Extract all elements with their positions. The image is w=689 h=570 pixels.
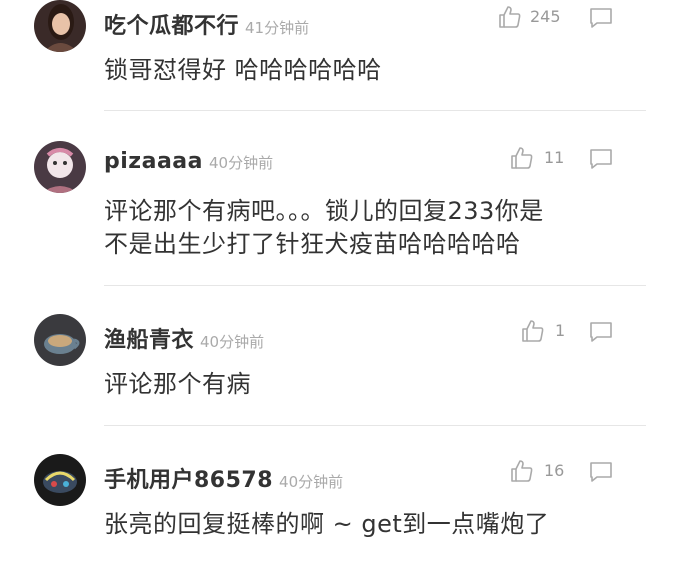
divider bbox=[104, 110, 646, 111]
like-count: 11 bbox=[544, 148, 565, 167]
avatar[interactable] bbox=[34, 141, 86, 193]
comment-line: 锁哥怼得好 哈哈哈哈哈哈 bbox=[104, 56, 382, 84]
username-text[interactable]: 手机用户86578 bbox=[104, 468, 273, 493]
comment-line: 不是出生少打了针狂犬疫苗哈哈哈哈哈 bbox=[104, 230, 521, 258]
comment-content: 评论那个有病吧。。。锁儿的回复233你是 不是出生少打了针狂犬疫苗哈哈哈哈哈 bbox=[104, 195, 624, 261]
comment-content: 锁哥怼得好 哈哈哈哈哈哈 bbox=[104, 54, 624, 87]
comment-content: 评论那个有病 bbox=[104, 368, 624, 401]
speech-bubble-icon[interactable] bbox=[588, 320, 614, 344]
username-text[interactable]: 吃个瓜都不行 bbox=[104, 14, 239, 39]
thumbs-up-icon[interactable] bbox=[520, 318, 546, 344]
speech-bubble-icon[interactable] bbox=[588, 147, 614, 171]
thumbs-up-icon[interactable] bbox=[509, 145, 535, 171]
username[interactable]: 手机用户86578 40分钟前 bbox=[104, 462, 343, 494]
avatar[interactable] bbox=[34, 454, 86, 506]
comment-line: 评论那个有病 bbox=[104, 370, 251, 398]
divider bbox=[104, 285, 646, 286]
avatar[interactable] bbox=[34, 314, 86, 366]
comment-line: 张亮的回复挺棒的啊 ~ get到一点嘴炮了 bbox=[104, 510, 550, 538]
like-count: 16 bbox=[544, 461, 565, 480]
comment-time: 40分钟前 bbox=[208, 154, 274, 172]
avatar[interactable] bbox=[34, 0, 86, 52]
username-text[interactable]: pizaaaa bbox=[104, 149, 203, 174]
comment-time: 40分钟前 bbox=[279, 473, 344, 491]
comment-list: 吃个瓜都不行 41分钟前 245 锁哥怼得好 哈哈哈哈哈哈 pizaaaa 40… bbox=[0, 0, 689, 570]
username-text[interactable]: 渔船青衣 bbox=[104, 328, 194, 353]
speech-bubble-icon[interactable] bbox=[588, 6, 614, 30]
speech-bubble-icon[interactable] bbox=[588, 460, 614, 484]
username[interactable]: 吃个瓜都不行 41分钟前 bbox=[104, 8, 309, 40]
like-count: 1 bbox=[555, 321, 566, 340]
username[interactable]: pizaaaa 40分钟前 bbox=[104, 149, 273, 174]
divider bbox=[104, 425, 646, 426]
comment-line: 评论那个有病吧。。。锁儿的回复233你是 bbox=[104, 197, 544, 225]
like-count: 245 bbox=[530, 7, 561, 26]
username[interactable]: 渔船青衣 40分钟前 bbox=[104, 322, 264, 354]
comment-time: 41分钟前 bbox=[245, 19, 310, 37]
comment-time: 40分钟前 bbox=[200, 333, 265, 351]
thumbs-up-icon[interactable] bbox=[509, 458, 535, 484]
thumbs-up-icon[interactable] bbox=[497, 4, 523, 30]
comment-content: 张亮的回复挺棒的啊 ~ get到一点嘴炮了 bbox=[104, 508, 624, 541]
